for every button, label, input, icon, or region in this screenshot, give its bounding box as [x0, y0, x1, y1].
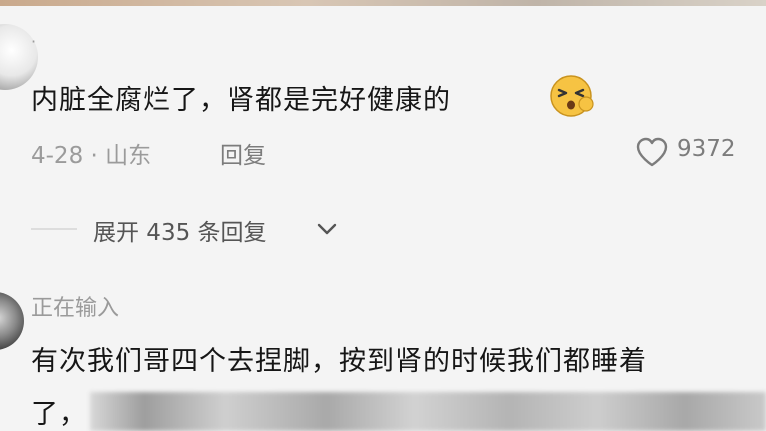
comment-list: · 内脏全腐烂了，肾都是完好健康的 4-28 · 山东 回复 9372 展开 4… [0, 0, 766, 431]
comment-date-location: 4-28 · 山东 [31, 143, 152, 169]
avatar[interactable] [0, 292, 24, 350]
chevron-down-icon[interactable] [316, 220, 338, 238]
divider [31, 228, 77, 230]
heart-icon[interactable] [635, 136, 669, 168]
video-edge-strip [0, 0, 766, 6]
comment-username[interactable]: · [31, 32, 36, 51]
reply-button[interactable]: 回复 [220, 136, 266, 170]
blurred-overlay [90, 392, 766, 431]
comment-text-line: 有次我们哥四个去捏脚，按到肾的时候我们都睡着 [31, 346, 647, 377]
comment-username[interactable]: 正在输入 [31, 290, 119, 322]
like-count: 9372 [677, 136, 736, 162]
comment-text: 内脏全腐烂了，肾都是完好健康的 [31, 85, 451, 116]
comment-text-line: 了， [31, 399, 87, 430]
expand-replies-button[interactable]: 展开 435 条回复 [93, 213, 267, 247]
face-with-symbols-emoji [550, 75, 594, 117]
